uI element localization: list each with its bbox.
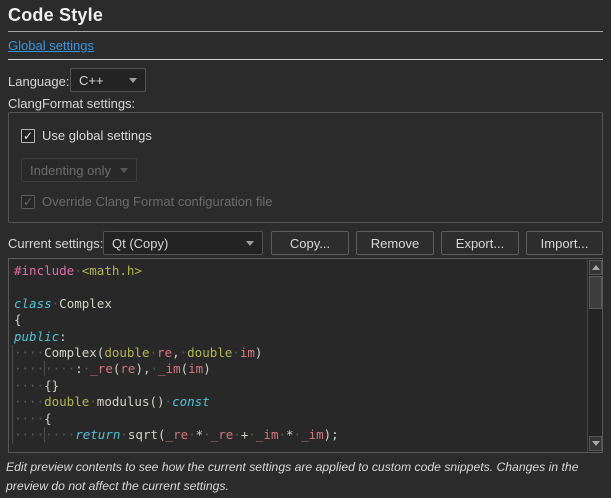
code-line: class·Complex bbox=[14, 296, 587, 312]
override-clang-format-label: Override Clang Format configuration file bbox=[42, 194, 273, 209]
scroll-up-button[interactable] bbox=[589, 260, 602, 275]
import-button[interactable]: Import... bbox=[526, 231, 603, 255]
global-settings-link[interactable]: Global settings bbox=[8, 38, 94, 53]
use-global-settings-checkbox[interactable]: ✓ Use global settings bbox=[21, 128, 152, 143]
code-lines[interactable]: #include·<math.h> class·Complex{public:·… bbox=[9, 259, 587, 452]
chevron-down-icon bbox=[129, 78, 137, 83]
language-label: Language: bbox=[8, 74, 69, 89]
triangle-up-icon bbox=[592, 265, 600, 270]
current-settings-label: Current settings: bbox=[8, 236, 103, 251]
copy-button[interactable]: Copy... bbox=[271, 231, 349, 255]
page-title: Code Style bbox=[8, 5, 103, 26]
chevron-down-icon bbox=[120, 168, 128, 173]
code-line: ····double·modulus()·const bbox=[14, 394, 587, 410]
scroll-down-button[interactable] bbox=[589, 436, 602, 451]
hint-text: Edit preview contents to see how the cur… bbox=[6, 458, 607, 496]
checkbox-checked-icon: ✓ bbox=[21, 129, 35, 143]
code-line: public: bbox=[14, 329, 587, 345]
code-line: ····{} bbox=[14, 378, 587, 394]
use-global-settings-label: Use global settings bbox=[42, 128, 152, 143]
code-line: ····{ bbox=[14, 411, 587, 427]
code-preview-editor[interactable]: #include·<math.h> class·Complex{public:·… bbox=[8, 258, 603, 453]
language-combo[interactable]: C++ bbox=[70, 68, 146, 92]
scrollbar-thumb[interactable] bbox=[589, 276, 602, 309]
link-divider bbox=[8, 59, 603, 60]
code-line: ····Complex(double·re,·double·im) bbox=[14, 345, 587, 361]
chevron-down-icon bbox=[246, 241, 254, 246]
code-style-settings-page: Code Style Global settings Language: C++… bbox=[0, 0, 611, 498]
export-button[interactable]: Export... bbox=[441, 231, 519, 255]
current-settings-value: Qt (Copy) bbox=[112, 236, 168, 251]
code-line bbox=[14, 279, 587, 295]
code-line: #include·<math.h> bbox=[14, 263, 587, 279]
override-clang-format-checkbox: ✓ Override Clang Format configuration fi… bbox=[21, 194, 273, 209]
current-settings-combo[interactable]: Qt (Copy) bbox=[103, 231, 263, 255]
checkbox-checked-disabled-icon: ✓ bbox=[21, 195, 35, 209]
clangformat-mode-combo: Indenting only bbox=[21, 158, 137, 182]
editor-scrollbar[interactable] bbox=[587, 259, 602, 452]
code-line: { bbox=[14, 312, 587, 328]
remove-button[interactable]: Remove bbox=[356, 231, 434, 255]
triangle-down-icon bbox=[592, 441, 600, 446]
code-line: ········:·_re(re),·_im(im) bbox=[14, 361, 587, 377]
clangformat-settings-label: ClangFormat settings: bbox=[8, 96, 135, 111]
clangformat-mode-value: Indenting only bbox=[30, 163, 111, 178]
language-combo-value: C++ bbox=[79, 73, 104, 88]
title-divider bbox=[8, 31, 603, 32]
clangformat-groupbox: ✓ Use global settings Indenting only ✓ O… bbox=[8, 112, 603, 223]
code-line: ········return·sqrt(_re·*·_re·+·_im·*·_i… bbox=[14, 427, 587, 443]
